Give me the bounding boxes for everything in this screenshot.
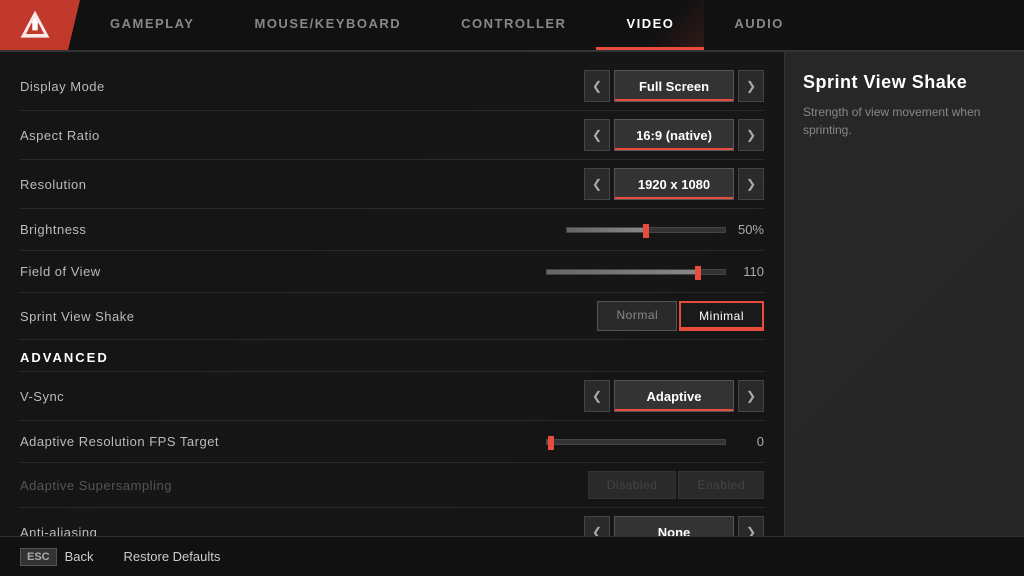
- display-mode-next[interactable]: ❯: [738, 70, 764, 102]
- resolution-value: 1920 x 1080: [614, 168, 734, 200]
- main-content: Display Mode ❮ Full Screen ❯ Aspect Rati…: [0, 52, 1024, 536]
- fov-label: Field of View: [20, 264, 300, 279]
- resolution-row: Resolution ❮ 1920 x 1080 ❯: [20, 160, 764, 209]
- aspect-ratio-row: Aspect Ratio ❮ 16:9 (native) ❯: [20, 111, 764, 160]
- vsync-selector: ❮ Adaptive ❯: [584, 380, 764, 412]
- fov-row: Field of View 110: [20, 251, 764, 293]
- brightness-row: Brightness 50%: [20, 209, 764, 251]
- resolution-prev[interactable]: ❮: [584, 168, 610, 200]
- tab-gameplay[interactable]: GAMEPLAY: [80, 0, 224, 50]
- fov-control: 110: [300, 264, 764, 279]
- fov-value: 110: [734, 264, 764, 279]
- settings-panel[interactable]: Display Mode ❮ Full Screen ❯ Aspect Rati…: [0, 52, 784, 536]
- restore-defaults-label: Restore Defaults: [124, 549, 221, 564]
- resolution-control: ❮ 1920 x 1080 ❯: [300, 168, 764, 200]
- tab-mouse-keyboard[interactable]: MOUSE/KEYBOARD: [224, 0, 431, 50]
- adaptive-supersampling-toggle-group: Disabled Enabled: [588, 471, 764, 499]
- back-label: Back: [65, 549, 94, 564]
- logo-area: [0, 0, 80, 50]
- info-description: Strength of view movement when sprinting…: [803, 103, 1006, 139]
- aspect-ratio-value: 16:9 (native): [614, 119, 734, 151]
- adaptive-supersampling-label: Adaptive Supersampling: [20, 478, 300, 493]
- brightness-control: 50%: [300, 222, 764, 237]
- tab-video[interactable]: VIDEO: [596, 0, 704, 50]
- brightness-slider-container: 50%: [300, 222, 764, 237]
- aspect-ratio-control: ❮ 16:9 (native) ❯: [300, 119, 764, 151]
- bottom-bar: ESC Back Restore Defaults: [0, 536, 1024, 576]
- fov-slider-track[interactable]: [546, 269, 726, 275]
- adaptive-supersampling-control: Disabled Enabled: [300, 471, 764, 499]
- fov-slider-thumb: [695, 266, 701, 280]
- vsync-row: V-Sync ❮ Adaptive ❯: [20, 372, 764, 421]
- adaptive-res-fps-value: 0: [734, 434, 764, 449]
- brightness-value: 50%: [734, 222, 764, 237]
- adaptive-supersampling-disabled: Disabled: [588, 471, 677, 499]
- adaptive-res-fps-slider-track[interactable]: [546, 439, 726, 445]
- brightness-label: Brightness: [20, 222, 300, 237]
- vsync-prev[interactable]: ❮: [584, 380, 610, 412]
- aspect-ratio-next[interactable]: ❯: [738, 119, 764, 151]
- fov-slider-container: 110: [300, 264, 764, 279]
- info-title: Sprint View Shake: [803, 72, 1006, 93]
- nav-tabs: GAMEPLAY MOUSE/KEYBOARD CONTROLLER VIDEO…: [80, 0, 1024, 50]
- adaptive-res-fps-slider-container: 0: [300, 434, 764, 449]
- aspect-ratio-prev[interactable]: ❮: [584, 119, 610, 151]
- back-action[interactable]: ESC Back: [20, 548, 94, 566]
- anti-aliasing-prev[interactable]: ❮: [584, 516, 610, 536]
- apex-logo-icon: [17, 7, 53, 43]
- display-mode-row: Display Mode ❮ Full Screen ❯: [20, 62, 764, 111]
- sprint-view-shake-label: Sprint View Shake: [20, 309, 300, 324]
- aspect-ratio-selector: ❮ 16:9 (native) ❯: [584, 119, 764, 151]
- display-mode-selector: ❮ Full Screen ❯: [584, 70, 764, 102]
- vsync-value: Adaptive: [614, 380, 734, 412]
- vsync-next[interactable]: ❯: [738, 380, 764, 412]
- vsync-control: ❮ Adaptive ❯: [300, 380, 764, 412]
- resolution-label: Resolution: [20, 177, 300, 192]
- sprint-view-shake-minimal[interactable]: Minimal: [679, 301, 764, 331]
- sprint-view-shake-normal[interactable]: Normal: [597, 301, 677, 331]
- anti-aliasing-next[interactable]: ❯: [738, 516, 764, 536]
- adaptive-res-fps-control: 0: [300, 434, 764, 449]
- sprint-view-shake-toggle-group: Normal Minimal: [597, 301, 764, 331]
- anti-aliasing-selector: ❮ None ❯: [584, 516, 764, 536]
- adaptive-res-fps-row: Adaptive Resolution FPS Target 0: [20, 421, 764, 463]
- vsync-label: V-Sync: [20, 389, 300, 404]
- sprint-view-shake-control: Normal Minimal: [300, 301, 764, 331]
- adaptive-res-fps-slider-thumb: [548, 436, 554, 450]
- resolution-selector: ❮ 1920 x 1080 ❯: [584, 168, 764, 200]
- sprint-view-shake-row: Sprint View Shake Normal Minimal: [20, 293, 764, 340]
- adaptive-supersampling-enabled: Enabled: [678, 471, 764, 499]
- resolution-next[interactable]: ❯: [738, 168, 764, 200]
- info-panel: Sprint View Shake Strength of view movem…: [784, 52, 1024, 536]
- brightness-slider-thumb: [643, 224, 649, 238]
- anti-aliasing-row: Anti-aliasing ❮ None ❯: [20, 508, 764, 536]
- display-mode-label: Display Mode: [20, 79, 300, 94]
- anti-aliasing-label: Anti-aliasing: [20, 525, 300, 537]
- tab-controller[interactable]: CONTROLLER: [431, 0, 596, 50]
- restore-defaults-action[interactable]: Restore Defaults: [124, 549, 221, 564]
- fov-slider-fill: [547, 270, 698, 274]
- anti-aliasing-control: ❮ None ❯: [300, 516, 764, 536]
- brightness-slider-fill: [567, 228, 646, 232]
- anti-aliasing-value: None: [614, 516, 734, 536]
- top-nav: GAMEPLAY MOUSE/KEYBOARD CONTROLLER VIDEO…: [0, 0, 1024, 52]
- display-mode-prev[interactable]: ❮: [584, 70, 610, 102]
- advanced-section-header: ADVANCED: [20, 340, 764, 372]
- adaptive-res-fps-label: Adaptive Resolution FPS Target: [20, 434, 300, 449]
- esc-key-badge: ESC: [20, 548, 57, 566]
- display-mode-control: ❮ Full Screen ❯: [300, 70, 764, 102]
- brightness-slider-track[interactable]: [566, 227, 726, 233]
- aspect-ratio-label: Aspect Ratio: [20, 128, 300, 143]
- adaptive-res-fps-slider-fill: [547, 440, 551, 444]
- app-container: GAMEPLAY MOUSE/KEYBOARD CONTROLLER VIDEO…: [0, 0, 1024, 576]
- display-mode-value: Full Screen: [614, 70, 734, 102]
- adaptive-supersampling-row: Adaptive Supersampling Disabled Enabled: [20, 463, 764, 508]
- tab-audio[interactable]: AUDIO: [704, 0, 813, 50]
